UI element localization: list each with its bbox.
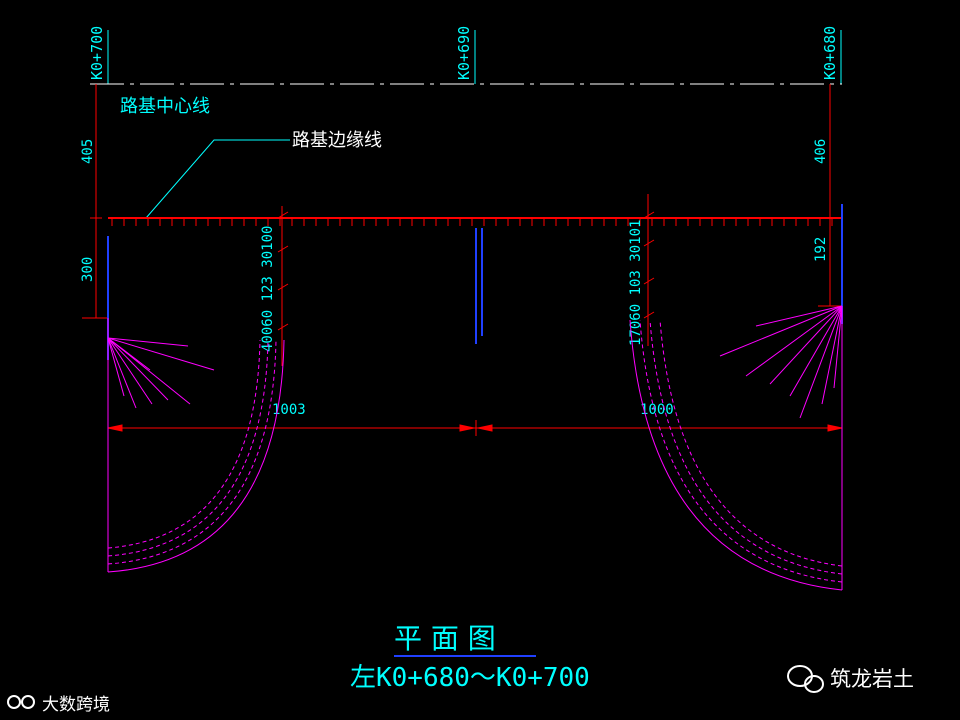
watermark-right: 筑龙岩土: [787, 665, 914, 693]
left-stack-dimension: [277, 206, 289, 366]
watermark-left-text: 大数跨境: [42, 695, 110, 715]
station-label-middle: K0+690: [455, 26, 473, 80]
dim-left-stack: 40060 123 30100: [260, 226, 276, 352]
watermark-logo-icon: [7, 695, 21, 709]
right-fan-lines: [719, 305, 843, 419]
dim-right-406: 406: [813, 139, 829, 164]
left-curve-arcs: [107, 318, 285, 573]
right-curve-arcs: [629, 306, 843, 591]
station-label-right: K0+680: [821, 26, 839, 80]
plan-drawing: K0+700 K0+690 K0+680 路基中心线 路基边缘线 405 300…: [7, 26, 914, 715]
edgeline-leader: [145, 139, 290, 219]
watermark-right-text: 筑龙岩土: [830, 667, 914, 691]
station-markers: [107, 30, 842, 84]
dim-right-192: 192: [813, 237, 829, 262]
road-edge-ticks: [111, 218, 833, 226]
drawing-title: 平 面 图: [394, 622, 496, 655]
horizontal-dimension: [107, 420, 843, 436]
right-stack-dimension: [643, 194, 655, 346]
blue-markers: [107, 204, 843, 360]
centerline-label: 路基中心线: [120, 96, 210, 117]
station-label-left: K0+700: [88, 26, 106, 80]
drawing-subtitle: 左K0+680～K0+700: [350, 663, 590, 693]
watermark-left: 大数跨境: [7, 695, 110, 715]
edgeline-label: 路基边缘线: [292, 130, 382, 151]
dim-left-300: 300: [80, 257, 96, 282]
wechat-icon: [787, 665, 813, 687]
right-vertical-dimension: [818, 84, 842, 307]
dim-left-405: 405: [80, 139, 96, 164]
left-fan-lines: [107, 337, 215, 409]
